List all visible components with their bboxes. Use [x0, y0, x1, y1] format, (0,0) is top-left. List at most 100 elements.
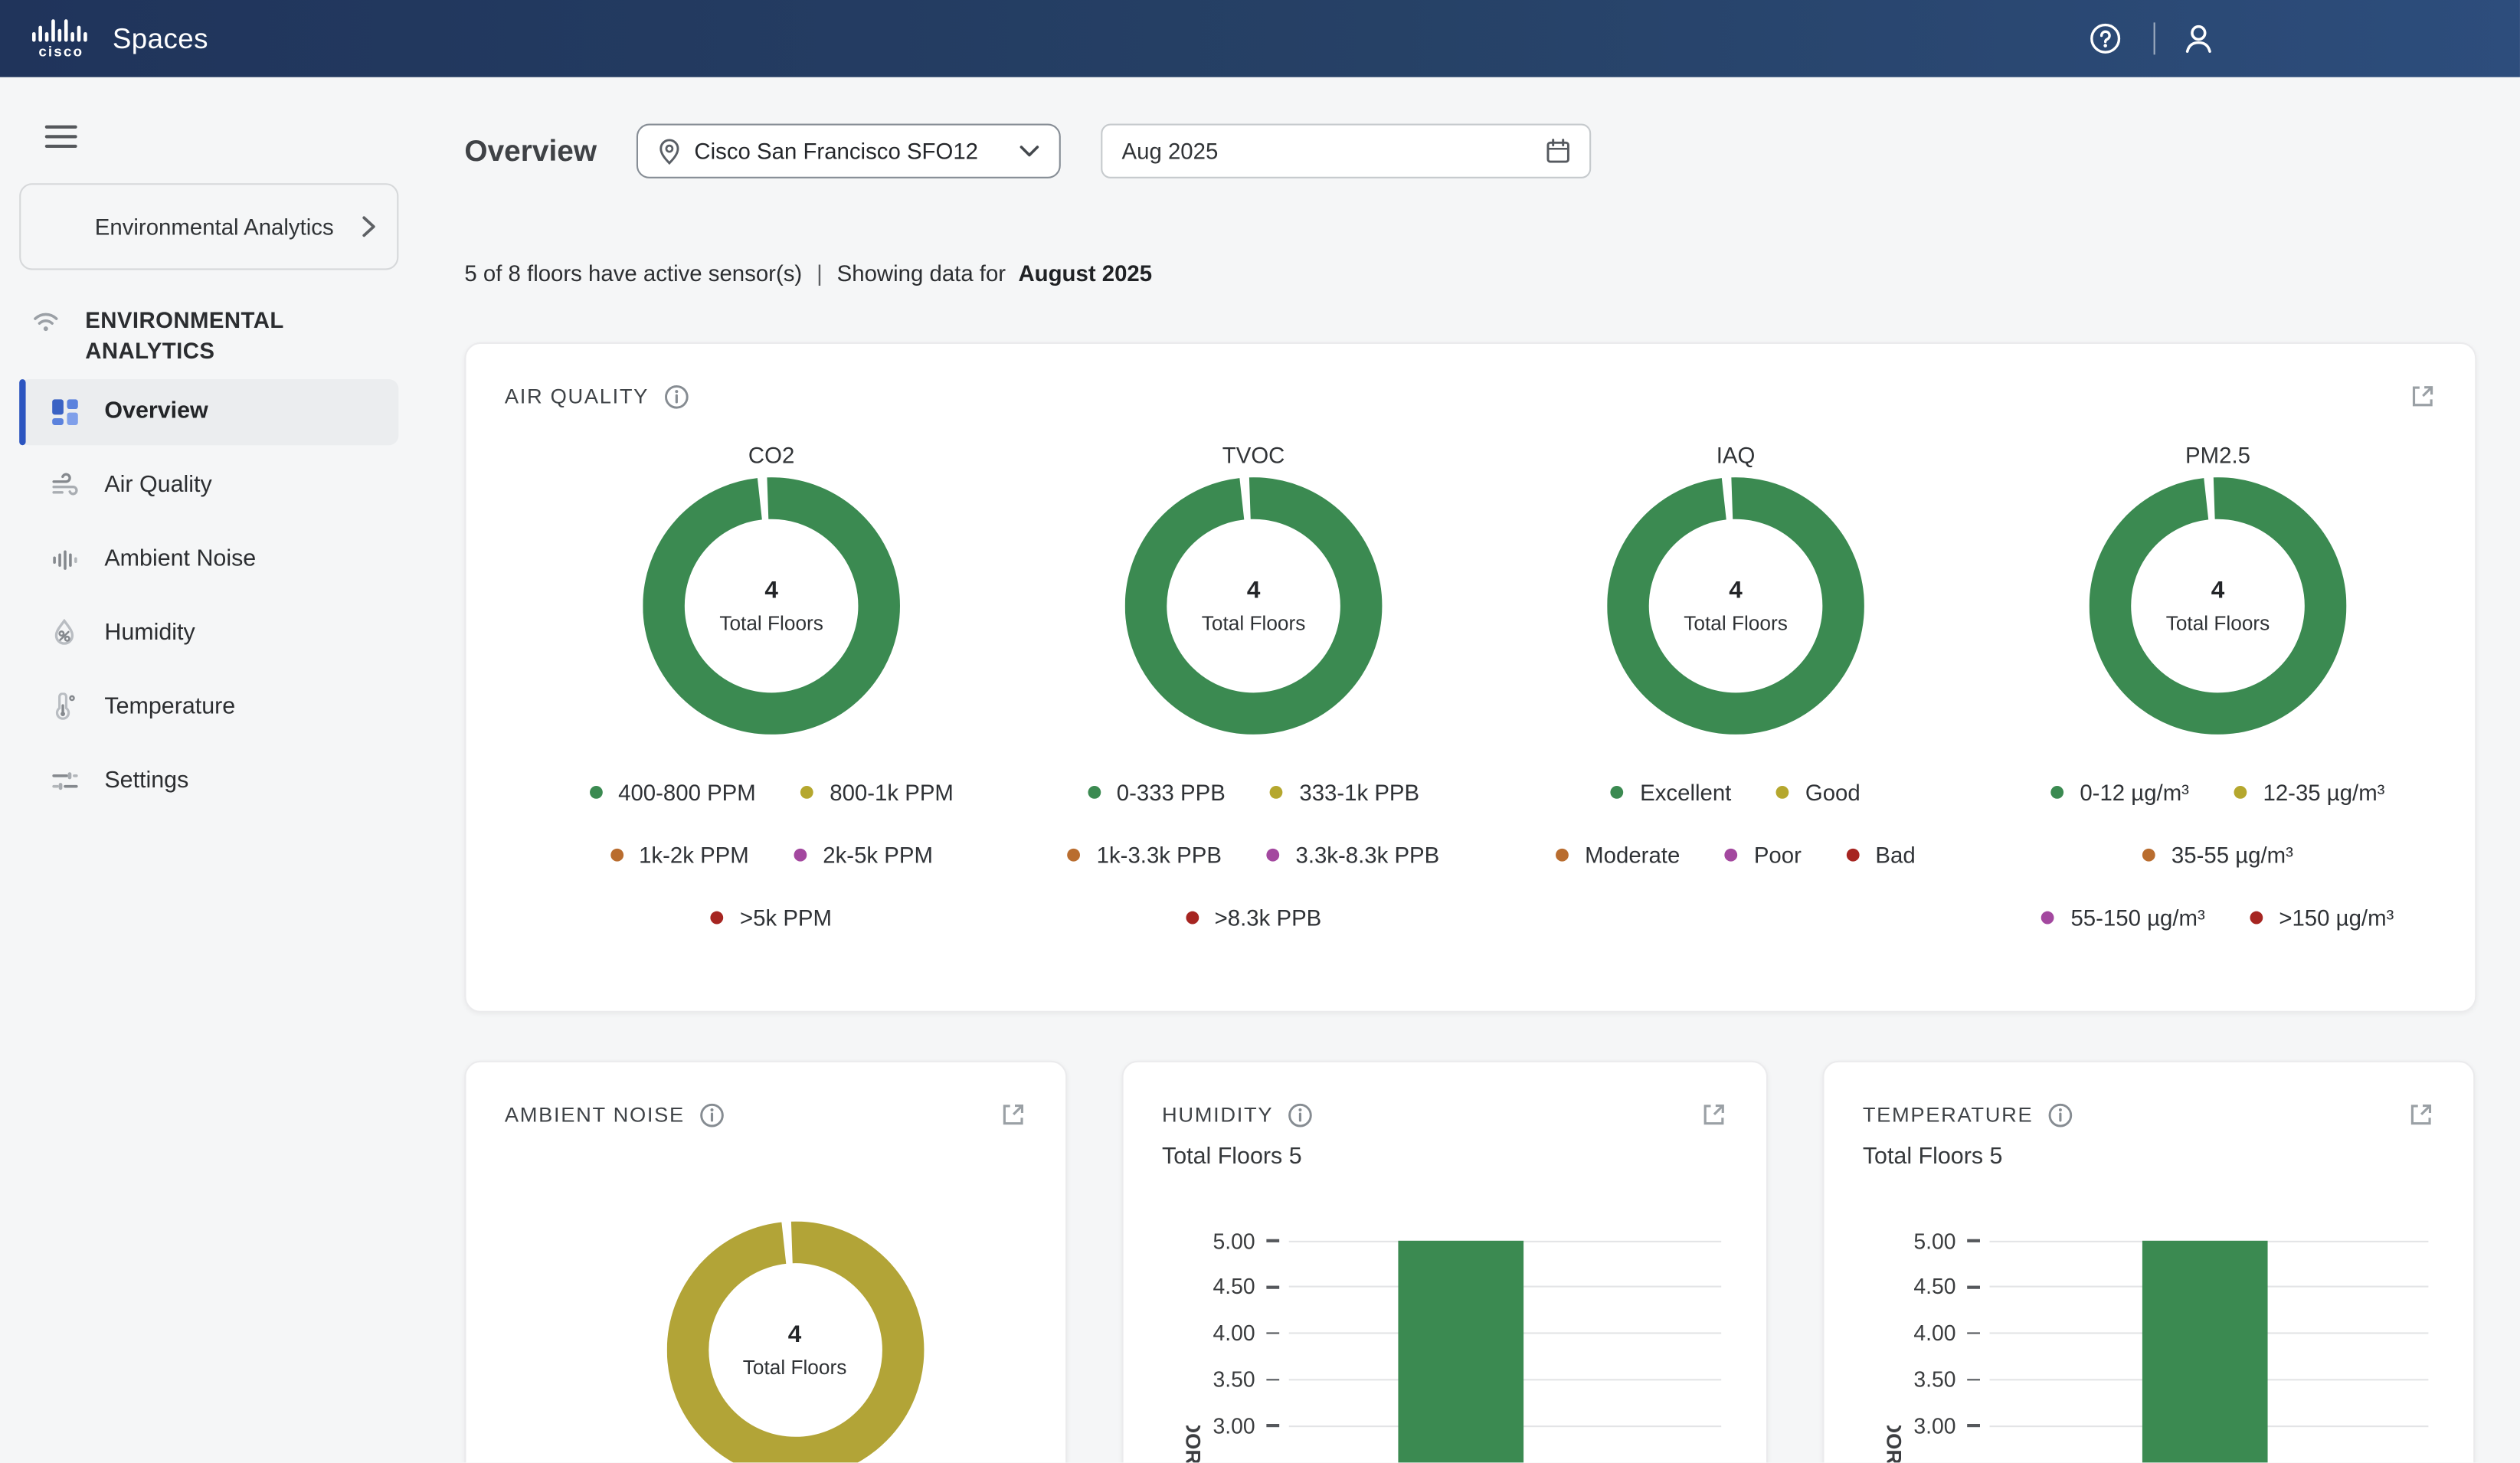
- y-tick-mark: [1266, 1379, 1279, 1381]
- env-analytics-selector-label: Environmental Analytics: [21, 211, 388, 241]
- temperature-subtitle: Total Floors 5: [1824, 1128, 2473, 1170]
- donut-center: 4Total Floors: [643, 477, 900, 735]
- app-viewport: cisco Spaces Environmental Analytics: [0, 0, 2520, 1462]
- temperature-card: TEMPERATURE Total Floors 5 5.004.504.003…: [1822, 1061, 2475, 1463]
- sidebar-item-label: Overview: [104, 399, 208, 425]
- sidebar-item-humidity[interactable]: Humidity: [19, 601, 398, 666]
- sidebar-item-label: Temperature: [104, 695, 235, 721]
- external-link-icon[interactable]: [1700, 1101, 1728, 1128]
- y-tick-label: 4.50: [1863, 1275, 1956, 1298]
- hamburger-menu-icon[interactable]: [45, 126, 77, 148]
- info-icon[interactable]: [663, 383, 689, 409]
- legend-label: Good: [1805, 780, 1861, 806]
- legend-item: 12-35 µg/m³: [2234, 780, 2385, 806]
- legend-dot: [1556, 849, 1569, 862]
- donut-group-tvoc: TVOC4Total Floors0-333 PPB333-1k PPB1k-3…: [1013, 442, 1494, 967]
- legend-label: 0-333 PPB: [1117, 780, 1226, 806]
- bar: [2142, 1241, 2268, 1463]
- legend-item: 1k-2k PPM: [610, 842, 748, 868]
- legend-dot: [1088, 786, 1101, 799]
- sidebar-item-label: Ambient Noise: [104, 547, 256, 573]
- donut-center-value: 4: [764, 577, 778, 604]
- legend-label: 55-150 µg/m³: [2070, 905, 2204, 931]
- legend-dot: [2042, 912, 2055, 925]
- legend-dot: [1271, 786, 1284, 799]
- legend-dot: [589, 786, 602, 799]
- legend-label: Moderate: [1585, 842, 1680, 868]
- donut-title: IAQ: [1717, 442, 1756, 468]
- temperature-card-header: TEMPERATURE: [1824, 1062, 2473, 1128]
- humidity-card-header: HUMIDITY: [1124, 1062, 1766, 1128]
- legend-label: Excellent: [1640, 780, 1731, 806]
- legend-label: >150 µg/m³: [2279, 905, 2394, 931]
- status-separator: |: [817, 260, 823, 286]
- calendar-icon: [1546, 138, 1569, 164]
- brand: cisco Spaces: [26, 18, 208, 58]
- info-icon[interactable]: [1288, 1101, 1314, 1128]
- y-tick-label: 4.50: [1162, 1275, 1255, 1298]
- air-quality-card-header: AIR QUALITY: [466, 344, 2475, 410]
- donut-wrap: 4Total Floors: [1607, 477, 1864, 735]
- location-select[interactable]: Cisco San Francisco SFO12: [637, 124, 1061, 178]
- legend-item: >150 µg/m³: [2250, 905, 2394, 931]
- legend-label: 12-35 µg/m³: [2263, 780, 2384, 806]
- user-icon[interactable]: [2181, 21, 2216, 56]
- legend-dot: [610, 849, 623, 862]
- legend-item: 800-1k PPM: [800, 780, 953, 806]
- donut-group-co2: CO24Total Floors400-800 PPM800-1k PPM1k-…: [530, 442, 1012, 967]
- legend-item: 55-150 µg/m³: [2042, 905, 2205, 931]
- sidebar-item-ambient-noise[interactable]: Ambient Noise: [19, 527, 398, 593]
- y-axis-label: NO OF FLOORS: [1181, 1425, 1205, 1462]
- donut-wrap: 4Total Floors: [1125, 477, 1383, 735]
- legend-label: 800-1k PPM: [830, 780, 954, 806]
- location-pin-icon: [657, 137, 681, 165]
- donut-wrap: 4Total Floors: [666, 1222, 924, 1463]
- donut-legend: 0-12 µg/m³12-35 µg/m³35-55 µg/m³55-150 µ…: [2042, 780, 2394, 967]
- info-icon[interactable]: [2047, 1101, 2073, 1128]
- donut-center: 4Total Floors: [1607, 477, 1864, 735]
- legend-dot: [2250, 912, 2263, 925]
- legend-dot: [2234, 786, 2247, 799]
- help-icon[interactable]: [2088, 21, 2123, 56]
- legend-dot: [1186, 912, 1199, 925]
- env-analytics-selector[interactable]: Environmental Analytics: [19, 183, 398, 270]
- external-link-icon[interactable]: [2407, 1101, 2435, 1128]
- external-link-icon[interactable]: [2409, 382, 2437, 410]
- legend-item: >5k PPM: [711, 905, 832, 931]
- legend-label: Bad: [1875, 842, 1915, 868]
- legend-dot: [1267, 849, 1280, 862]
- legend-item: 3.3k-8.3k PPB: [1267, 842, 1440, 868]
- legend-item: Bad: [1847, 842, 1916, 868]
- legend-item: Good: [1776, 780, 1861, 806]
- sidebar-section-header: ENVIRONMENTAL ANALYTICS: [19, 306, 398, 366]
- temperature-bar-chart: 5.004.504.003.503.002.50: [1863, 1241, 2435, 1463]
- humidity-icon: [51, 620, 79, 647]
- sidebar-item-air-quality[interactable]: Air Quality: [19, 453, 398, 519]
- legend-label: >8.3k PPB: [1215, 905, 1322, 931]
- sidebar-item-overview[interactable]: Overview: [19, 379, 398, 445]
- y-tick-label: 4.00: [1162, 1321, 1255, 1345]
- external-link-icon[interactable]: [1000, 1101, 1027, 1128]
- humidity-card: HUMIDITY Total Floors 5 5.004.504.003.50…: [1122, 1061, 1768, 1463]
- legend-dot: [794, 849, 807, 862]
- month-picker[interactable]: Aug 2025: [1101, 124, 1591, 178]
- y-tick-label: 4.00: [1863, 1321, 1956, 1345]
- ambient-noise-icon: [51, 546, 79, 574]
- legend-label: 1k-2k PPM: [639, 842, 749, 868]
- info-icon[interactable]: [699, 1101, 725, 1128]
- sidebar-item-temperature[interactable]: Temperature: [19, 675, 398, 741]
- donut-group-ambient_noise: 4Total Floors: [524, 1222, 1065, 1463]
- header-divider: [2154, 22, 2155, 54]
- legend-dot: [800, 786, 813, 799]
- y-tick-mark: [1266, 1332, 1279, 1334]
- legend-dot: [1847, 849, 1860, 862]
- humidity-subtitle: Total Floors 5: [1124, 1128, 1766, 1170]
- legend-label: 2k-5k PPM: [823, 842, 933, 868]
- y-tick-mark: [1967, 1332, 1980, 1334]
- legend-item: 0-12 µg/m³: [2051, 780, 2189, 806]
- legend-dot: [2142, 849, 2155, 862]
- sidebar-item-settings[interactable]: Settings: [19, 748, 398, 814]
- y-tick-mark: [1967, 1239, 1980, 1242]
- sidebar: Environmental Analytics ENVIRONMENTAL AN…: [0, 77, 418, 1463]
- month-picker-value: Aug 2025: [1122, 138, 1546, 164]
